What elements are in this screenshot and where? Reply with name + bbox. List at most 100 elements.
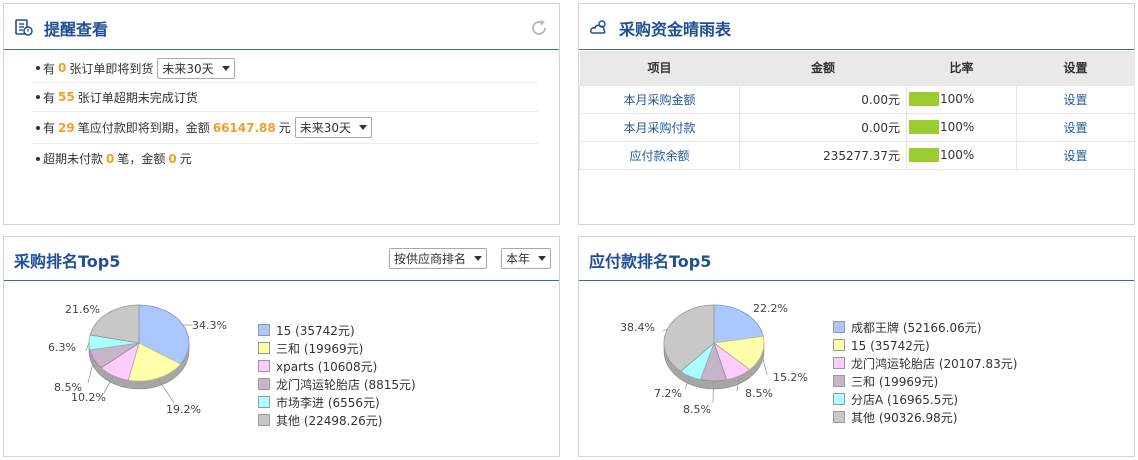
pie-percent-label: 19.2% xyxy=(166,403,201,416)
reminder-text: 超期未付款 xyxy=(43,152,104,166)
purchase-rank-legend: 15 (35742元) 三和 (19969元) xparts (10608元) 龙门鸿… xyxy=(258,321,416,429)
table-row: 本月采购付款 0.00元 100% 设置 xyxy=(579,112,1135,142)
legend-item: 龙门鸿运轮胎店 (8815元) xyxy=(258,375,416,393)
legend-label: 三和 (19969元) xyxy=(851,374,939,389)
due-payable-count[interactable]: 29 xyxy=(58,121,75,135)
pie-label-leader xyxy=(85,342,90,352)
rate-value: 100% xyxy=(940,147,975,162)
row-action: 设置 xyxy=(1016,140,1135,170)
rate-bar xyxy=(909,120,939,135)
reminder-text: 笔，金额 xyxy=(117,152,166,166)
pie-label-leader xyxy=(87,359,95,384)
rank-by-select[interactable]: 按供应商排名 xyxy=(389,248,488,269)
pie-label-leader xyxy=(712,380,714,404)
table-header-row: 项目 金额 比率 设置 xyxy=(579,51,1135,85)
settings-link[interactable]: 设置 xyxy=(1063,93,1087,107)
reminder-text: 有 xyxy=(43,61,56,76)
weather-cloud-icon xyxy=(590,20,606,34)
refresh-icon[interactable] xyxy=(529,18,549,38)
funds-panel: 采购资金晴雨表 项目 金额 比率 设置 本月采购金额 0.00元 100% 设置… xyxy=(578,3,1135,225)
chevron-down-icon xyxy=(359,125,368,130)
legend-label: 三和 (19969元) xyxy=(276,341,364,356)
reminder-text: 有 xyxy=(43,90,56,105)
legend-item: 龙门鸿运轮胎店 (20107.83元) xyxy=(833,354,1017,372)
payable-rank-title: 应付款排名Top5 xyxy=(589,252,712,271)
pie-percent-label: 38.4% xyxy=(620,321,655,334)
legend-swatch xyxy=(833,321,845,333)
legend-swatch xyxy=(258,378,270,390)
pie-percent-label: 8.5% xyxy=(54,381,82,394)
row-amount: 0.00元 xyxy=(739,84,907,114)
col-item-header: 项目 xyxy=(579,51,740,85)
legend-swatch xyxy=(258,342,270,354)
reminder-title: 提醒查看 xyxy=(44,20,109,39)
row-amount: 0.00元 xyxy=(739,112,907,142)
reminder-text: 笔应付款即将到期，金额 xyxy=(77,121,210,135)
reminder-text: 张订单即将到货 xyxy=(69,61,154,76)
pie-percent-label: 7.2% xyxy=(654,387,682,400)
payable-rank-pie-chart: 22.2%15.2%8.5%8.5%7.2%38.4% xyxy=(620,302,808,416)
payable-rank-panel: 应付款排名Top5 22.2% 15.2% 8.5% 8.5% 7.2% 38.4% 成都… xyxy=(578,236,1135,457)
legend-item: 三和 (19969元) xyxy=(833,372,1017,390)
reminder-text: 元 xyxy=(179,152,192,166)
legend-label: 成都王牌 (52166.06元) xyxy=(851,320,982,335)
legend-label: 15 (35742元) xyxy=(851,338,930,353)
chevron-down-icon xyxy=(474,256,483,261)
legend-swatch xyxy=(833,357,845,369)
settings-link[interactable]: 设置 xyxy=(1063,149,1087,163)
legend-swatch xyxy=(833,393,845,405)
legend-swatch xyxy=(258,324,270,336)
legend-swatch xyxy=(833,375,845,387)
purchase-rank-header: 采购排名Top5 按供应商排名 本年 xyxy=(4,237,559,281)
overdue-payment-amount[interactable]: 0 xyxy=(168,152,176,166)
bullet xyxy=(36,66,40,70)
reminder-panel: 提醒查看 有 0 张订单即将到货 未来30天 有 55 张订单超期未完成订货 有… xyxy=(3,3,560,225)
col-amount-header: 金额 xyxy=(739,51,907,85)
reminder-header: 提醒查看 xyxy=(4,4,559,50)
pie-percent-label: 21.6% xyxy=(65,303,100,316)
reminder-item-overdue-payments: 超期未付款 0 笔，金额 0 元 xyxy=(32,144,538,173)
row-item: 本月采购金额 xyxy=(579,84,740,114)
pie-percent-label: 22.2% xyxy=(753,302,788,315)
due-payable-amount[interactable]: 66147.88 xyxy=(213,121,276,135)
legend-label: 15 (35742元) xyxy=(276,323,355,338)
legend-swatch xyxy=(258,396,270,408)
rate-bar xyxy=(909,148,939,163)
overdue-order-count[interactable]: 55 xyxy=(58,90,75,104)
settings-link[interactable]: 设置 xyxy=(1063,121,1087,135)
bullet xyxy=(36,125,40,130)
pie-percent-label: 8.5% xyxy=(745,387,773,400)
rate-bar xyxy=(909,92,939,107)
funds-header: 采购资金晴雨表 xyxy=(579,4,1134,50)
funds-title: 采购资金晴雨表 xyxy=(619,20,732,39)
legend-item: 三和 (19969元) xyxy=(258,339,416,357)
legend-label: 龙门鸿运轮胎店 (20107.83元) xyxy=(851,356,1018,371)
row-rate: 100% xyxy=(906,112,1017,142)
legend-swatch xyxy=(258,414,270,426)
legend-swatch xyxy=(258,360,270,372)
legend-swatch xyxy=(833,411,845,423)
legend-swatch xyxy=(833,339,845,351)
reminder-list-icon xyxy=(15,19,33,36)
overdue-payment-count[interactable]: 0 xyxy=(106,152,114,166)
arriving-order-count[interactable]: 0 xyxy=(58,61,66,75)
pie-percent-label: 8.5% xyxy=(683,403,711,416)
payable-rank-legend: 成都王牌 (52166.06元) 15 (35742元) 龙门鸿运轮胎店 (2010… xyxy=(833,318,1017,426)
purchase-rank-pie-chart: 34.3%19.2%10.2%8.5%6.3%21.6% xyxy=(48,303,227,416)
reminder-text: 张订单超期未完成订货 xyxy=(77,90,198,105)
pie-percent-label: 15.2% xyxy=(773,371,808,384)
reminder-item-overdue-orders: 有 55 张订单超期未完成订货 xyxy=(32,83,538,112)
col-rate-header: 比率 xyxy=(906,51,1017,85)
row-action: 设置 xyxy=(1016,112,1135,142)
arriving-period-select[interactable]: 未来30天 xyxy=(157,57,235,79)
payable-period-select[interactable]: 未来30天 xyxy=(294,117,373,138)
legend-item: 其他 (90326.98元) xyxy=(833,408,1017,426)
row-rate: 100% xyxy=(906,84,1017,114)
legend-item: 成都王牌 (52166.06元) xyxy=(833,318,1017,336)
legend-label: 其他 (90326.98元) xyxy=(851,410,958,425)
legend-label: 市场李进 (6556元) xyxy=(276,395,380,410)
pie-label-leader xyxy=(761,354,768,376)
select-value: 未来30天 xyxy=(299,121,352,135)
period-select[interactable]: 本年 xyxy=(501,248,552,269)
select-value: 本年 xyxy=(506,252,531,266)
